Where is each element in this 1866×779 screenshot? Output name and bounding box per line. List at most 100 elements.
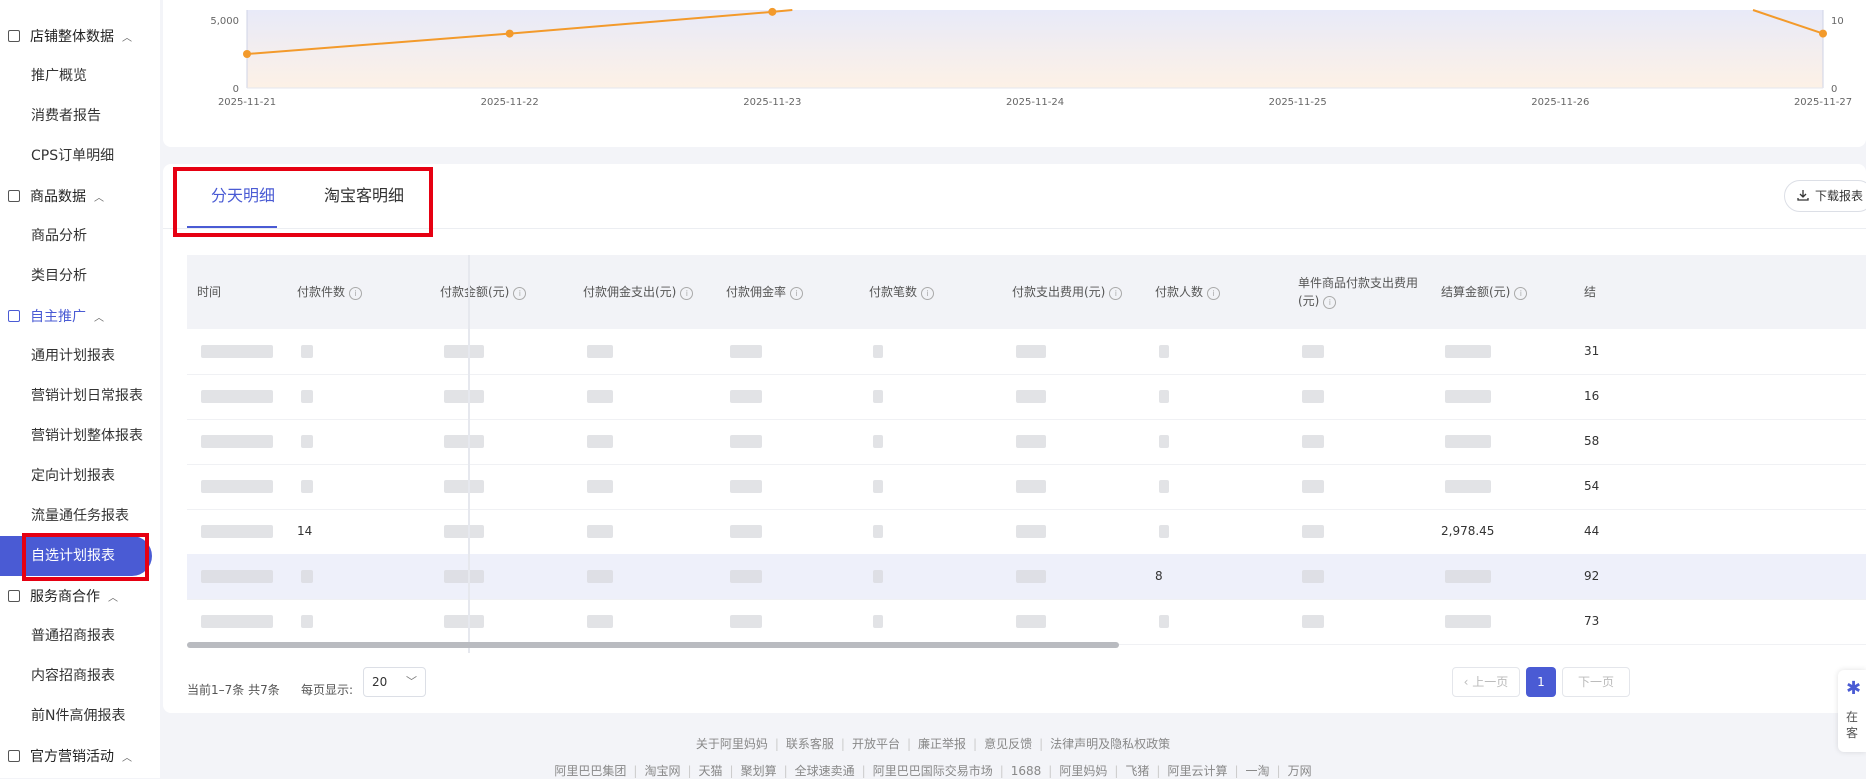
sidebar-item-targeted-plan[interactable]: 定向计划报表 [31,456,115,496]
footer-link[interactable]: 关于阿里妈妈 [696,737,768,751]
info-icon[interactable]: i [1514,287,1528,300]
column-header-label: 付款支出费用(元) [1012,285,1106,299]
sidebar-item-category-analysis[interactable]: 类目分析 [31,256,87,296]
footer-link[interactable]: 飞猪 [1125,764,1149,778]
footer-separator: | [783,764,788,778]
sidebar-group-store-data[interactable]: 店铺整体数据 ︿ [0,16,160,56]
column-header-label: 结 [1584,285,1597,299]
x-tick-label: 2025-11-25 [1269,97,1327,108]
redacted-cell [301,390,313,403]
info-icon[interactable]: i [921,287,935,300]
chart-area-fill [247,10,1823,88]
column-header-label: 付款佣金率 [726,285,787,299]
sidebar-item-promo-overview[interactable]: 推广概览 [31,56,87,96]
table-cell: 14 [297,524,313,538]
info-icon[interactable]: i [513,287,527,300]
redacted-cell [1159,525,1169,538]
footer-link[interactable]: 1688 [1011,764,1042,778]
footer-link[interactable]: 阿里云计算 [1167,764,1227,778]
prev-page-button[interactable]: ‹ 上一页 [1452,667,1520,697]
download-report-label: 下载报表 [1815,189,1864,203]
footer-link[interactable]: 万网 [1288,764,1312,778]
x-tick-label: 2025-11-24 [1006,97,1064,108]
table-cell: 54 [1584,479,1600,493]
page-size-select[interactable]: 20 ﹀ [363,667,426,697]
sidebar-group-label: 服务商合作 [30,589,100,605]
chevron-up-icon: ︿ [122,32,132,44]
sidebar-item-content-recruit[interactable]: 内容招商报表 [31,656,115,696]
column-header: 付款笔数 i [869,255,935,329]
footer-link[interactable]: 全球速卖通 [795,764,855,778]
footer-link[interactable]: 阿里巴巴国际交易市场 [873,764,993,778]
sidebar-item-marketing-daily[interactable]: 营销计划日常报表 [31,376,143,416]
footer-link[interactable]: 开放平台 [852,737,900,751]
info-icon[interactable]: i [680,287,694,300]
redacted-cell [301,570,313,583]
sidebar-item-marketing-overall[interactable]: 营销计划整体报表 [31,416,143,456]
redacted-cell [201,615,273,628]
footer-link[interactable]: 联系客服 [786,737,834,751]
footer-separator: | [774,737,779,751]
table-cell: 31 [1584,344,1600,358]
sidebar-item-cps-orders[interactable]: CPS订单明细 [31,136,114,176]
footer-separator: | [729,764,734,778]
sidebar-item-consumer-report[interactable]: 消费者报告 [31,96,101,136]
table-row[interactable]: 31 [187,329,1866,375]
column-header: 单件商品付款支出费用 (元) i [1298,255,1418,329]
info-icon[interactable]: i [790,287,804,300]
table-row[interactable]: 54 [187,464,1866,510]
footer-link[interactable]: 阿里妈妈 [1059,764,1107,778]
next-page-button[interactable]: 下一页 [1562,667,1630,697]
table-row[interactable]: 16 [187,374,1866,420]
sidebar-item-product-analysis[interactable]: 商品分析 [31,216,87,256]
redacted-cell [1159,345,1169,358]
table-row[interactable]: 73 [187,599,1866,645]
table-row[interactable]: 58 [187,419,1866,465]
info-icon[interactable]: i [349,287,363,300]
info-icon[interactable]: i [1109,287,1123,300]
footer-link[interactable]: 聚划算 [741,764,777,778]
footer-link[interactable]: 法律声明及隐私权政策 [1050,737,1170,751]
info-icon[interactable]: i [1207,287,1221,300]
redacted-cell [444,390,484,403]
redacted-cell [730,390,762,403]
redacted-cell [1445,615,1491,628]
column-header-label: 付款金额(元) [440,285,510,299]
table-cell: 8 [1155,569,1163,583]
table-row[interactable]: 14 2,978.45 44 [187,509,1866,555]
footer-links-primary: 关于阿里妈妈 | 联系客服 | 开放平台 | 廉正举报 | 意见反馈 | 法律声明及隐私权政策 [0,735,1866,752]
redacted-cell [301,480,313,493]
sidebar-group-self-promo[interactable]: 自主推广 ︿ [0,296,160,336]
sidebar-group-product-data[interactable]: 商品数据 ︿ [0,176,160,216]
sidebar-item-top-n-commission[interactable]: 前N件高佣报表 [31,696,125,736]
sidebar-item-general-recruit[interactable]: 普通招商报表 [31,616,115,656]
page-number-current[interactable]: 1 [1526,667,1556,697]
sidebar-group-label: 店铺整体数据 [30,29,114,45]
footer-link[interactable]: 一淘 [1246,764,1270,778]
redacted-cell [587,615,613,628]
footer-link[interactable]: 天猫 [699,764,723,778]
download-report-button[interactable]: 下载报表 [1784,180,1866,212]
redacted-cell [301,615,313,628]
sticky-column-divider [468,255,470,653]
sidebar-item-traffic-task[interactable]: 流量通任务报表 [31,496,129,536]
info-icon[interactable]: i [1323,296,1337,309]
redacted-cell [1016,615,1046,628]
sidebar-group-partner[interactable]: 服务商合作 ︿ [0,576,160,616]
x-tick-label: 2025-11-22 [481,97,539,108]
table-row[interactable]: 8 92 [187,554,1866,600]
trend-chart: 5,000 0 10 0 2025-11-21 2025-11-22 2025-11-23 2… [210,7,1852,108]
sidebar-item-general-plan[interactable]: 通用计划报表 [31,336,115,376]
x-tick-label: 2025-11-26 [1531,97,1589,108]
column-header: 付款人数 i [1155,255,1221,329]
redacted-cell [587,570,613,583]
data-point [243,50,251,58]
horizontal-scrollbar[interactable] [187,642,1119,648]
footer-link[interactable]: 意见反馈 [984,737,1032,751]
footer-link[interactable]: 阿里巴巴集团 [554,764,626,778]
column-header: 付款佣金率 i [726,255,804,329]
footer-link[interactable]: 廉正举报 [918,737,966,751]
redacted-cell [873,570,883,583]
redacted-cell [1159,390,1169,403]
footer-link[interactable]: 淘宝网 [644,764,680,778]
